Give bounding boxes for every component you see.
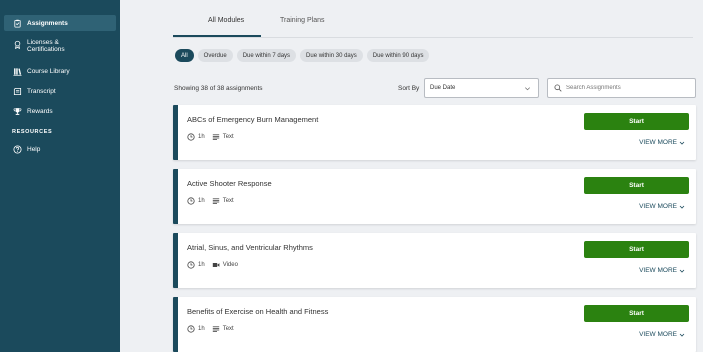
filter-chip-90-days[interactable]: Due within 90 days <box>366 49 430 62</box>
filter-chip-30-days[interactable]: Due within 30 days <box>300 49 363 62</box>
main-content: All Modules Training Plans All Overdue D… <box>120 0 703 352</box>
start-button[interactable]: Start <box>584 113 689 130</box>
view-more-label: VIEW MORE <box>639 267 677 274</box>
start-button[interactable]: Start <box>584 177 689 194</box>
view-more-link[interactable]: VIEW MORE <box>639 331 685 338</box>
view-more-link[interactable]: VIEW MORE <box>639 203 685 210</box>
view-more-label: VIEW MORE <box>639 331 677 338</box>
sidebar-item-help[interactable]: Help <box>4 141 116 157</box>
clock-icon <box>187 197 195 205</box>
sort-label: Sort By <box>398 85 420 92</box>
assignment-card: Atrial, Sinus, and Ventricular Rhythms 1… <box>173 233 696 288</box>
text-icon <box>212 134 219 140</box>
help-icon <box>12 144 22 154</box>
text-icon <box>212 198 219 204</box>
chevron-down-icon <box>679 205 685 209</box>
resources-section-title: RESOURCES <box>12 129 53 135</box>
sidebar-item-label: Licenses & <box>27 39 59 46</box>
search-icon <box>554 84 562 92</box>
assignment-meta: 1h Text <box>187 197 234 205</box>
assignment-card: Benefits of Exercise on Health and Fitne… <box>173 297 696 352</box>
view-more-label: VIEW MORE <box>639 139 677 146</box>
sidebar-item-label-line2: Certifications <box>27 46 65 53</box>
transcript-icon <box>12 86 22 96</box>
start-button[interactable]: Start <box>584 305 689 322</box>
filter-chip-overdue[interactable]: Overdue <box>197 49 233 62</box>
start-button[interactable]: Start <box>584 241 689 258</box>
assignment-card: Active Shooter Response 1h Text Start VI… <box>173 169 696 224</box>
chevron-down-icon <box>679 269 685 273</box>
text-icon <box>212 326 219 332</box>
sort-select-value: Due Date <box>430 85 456 91</box>
assignment-format: Text <box>222 134 234 140</box>
filter-chip-7-days[interactable]: Due within 7 days <box>236 49 297 62</box>
assignment-duration: 1h <box>198 262 205 268</box>
sidebar-item-label: Transcript <box>27 87 56 95</box>
sidebar-item-label: Course Library <box>27 67 70 75</box>
assignment-title: Active Shooter Response <box>187 179 272 188</box>
chevron-down-icon <box>679 141 685 145</box>
assignment-title: ABCs of Emergency Burn Management <box>187 115 319 124</box>
tab-bar: All Modules Training Plans <box>120 0 703 38</box>
chevron-down-icon <box>679 333 685 337</box>
sidebar-item-label: Help <box>27 145 41 153</box>
view-more-link[interactable]: VIEW MORE <box>639 267 685 274</box>
view-more-label: VIEW MORE <box>639 203 677 210</box>
assignments-icon <box>12 18 22 28</box>
assignment-title: Benefits of Exercise on Health and Fitne… <box>187 307 329 316</box>
tab-all-modules[interactable]: All Modules <box>208 17 244 24</box>
trophy-icon <box>12 106 22 116</box>
search-box[interactable] <box>547 78 696 98</box>
sidebar-item-label: Assignments <box>27 19 68 27</box>
sidebar: Assignments Licenses & Certifications Co… <box>0 0 120 352</box>
assignment-title: Atrial, Sinus, and Ventricular Rhythms <box>187 243 313 252</box>
sort-select[interactable]: Due Date <box>424 78 539 98</box>
assignment-card: ABCs of Emergency Burn Management 1h Tex… <box>173 105 696 160</box>
license-icon <box>12 39 22 49</box>
sidebar-item-licenses[interactable]: Licenses & Certifications <box>4 35 116 59</box>
assignment-duration: 1h <box>198 134 205 140</box>
assignment-duration: 1h <box>198 326 205 332</box>
assignment-format: Video <box>222 262 238 268</box>
filter-chip-all[interactable]: All <box>175 49 194 62</box>
sidebar-item-transcript[interactable]: Transcript <box>4 83 116 99</box>
sidebar-item-label: Rewards <box>27 107 53 115</box>
chevron-down-icon <box>525 87 530 91</box>
assignment-format: Text <box>222 326 234 332</box>
clock-icon <box>187 133 195 141</box>
tab-divider <box>173 37 693 38</box>
assignment-duration: 1h <box>198 198 205 204</box>
sidebar-item-assignments[interactable]: Assignments <box>4 15 116 31</box>
assignment-meta: 1h Video <box>187 261 238 269</box>
tab-training-plans[interactable]: Training Plans <box>280 17 325 24</box>
filter-chips: All Overdue Due within 7 days Due within… <box>175 49 430 62</box>
clock-icon <box>187 261 195 269</box>
library-icon <box>12 66 22 76</box>
sidebar-item-course-library[interactable]: Course Library <box>4 63 116 79</box>
view-more-link[interactable]: VIEW MORE <box>639 139 685 146</box>
assignment-count: Showing 38 of 38 assignments <box>174 85 263 92</box>
video-icon <box>212 263 220 267</box>
assignment-format: Text <box>222 198 234 204</box>
sidebar-item-rewards[interactable]: Rewards <box>4 103 116 119</box>
search-input[interactable] <box>566 85 686 91</box>
assignment-meta: 1h Text <box>187 325 234 333</box>
assignment-meta: 1h Text <box>187 133 234 141</box>
clock-icon <box>187 325 195 333</box>
